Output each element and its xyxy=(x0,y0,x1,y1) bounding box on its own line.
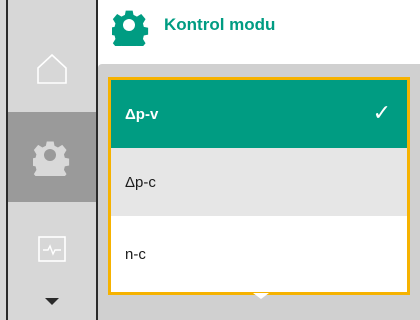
gear-icon xyxy=(112,10,149,46)
nav-rail xyxy=(0,0,98,320)
list-item-label: Δp-c xyxy=(125,173,156,191)
list-item-dp-v[interactable]: Δp-v ✓ xyxy=(111,80,407,148)
gear-icon xyxy=(33,141,70,176)
rail-more-button[interactable] xyxy=(8,292,96,312)
rail-item-settings[interactable] xyxy=(8,112,96,202)
home-icon xyxy=(37,53,67,84)
list-item-label: n-c xyxy=(125,245,146,263)
list-item-label: Δp-v xyxy=(125,105,159,123)
list-item-n-c[interactable]: n-c xyxy=(111,216,407,292)
content-panel: Δp-v ✓ Δp-c n-c xyxy=(98,64,420,320)
control-mode-list: Δp-v ✓ Δp-c n-c xyxy=(108,77,410,295)
check-icon: ✓ xyxy=(372,100,391,125)
chevron-down-icon xyxy=(45,298,59,305)
rail-item-monitor[interactable] xyxy=(8,205,96,293)
rail-item-home[interactable] xyxy=(8,28,96,110)
chevron-down-icon[interactable] xyxy=(253,293,269,299)
screen-header: Kontrol modu xyxy=(98,0,420,64)
page-title: Kontrol modu xyxy=(164,15,276,34)
monitor-icon xyxy=(38,236,66,262)
list-item-dp-c[interactable]: Δp-c xyxy=(111,148,407,216)
